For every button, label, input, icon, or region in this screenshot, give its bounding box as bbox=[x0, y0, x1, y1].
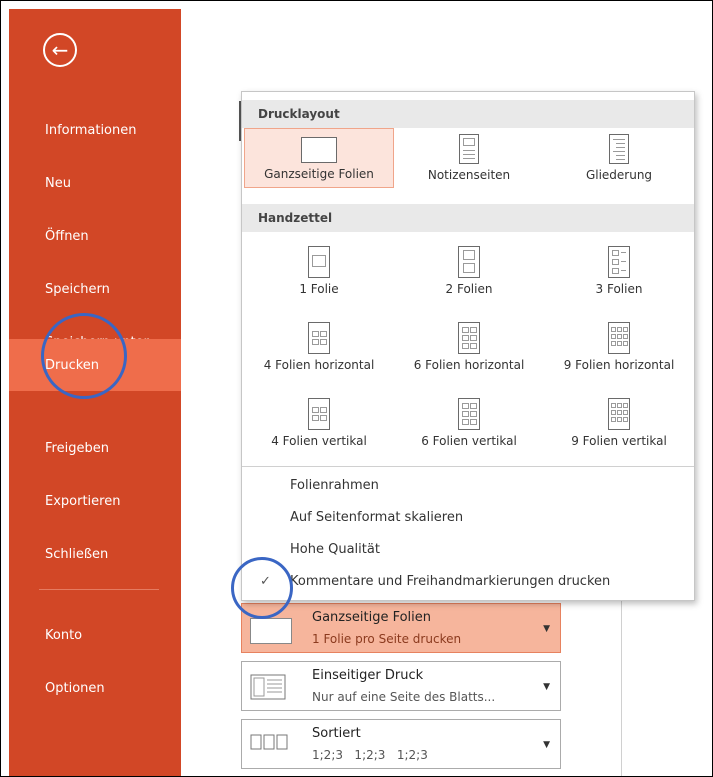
handout-3-folien[interactable]: 3 Folien bbox=[544, 240, 694, 300]
full-slide-thumb-icon bbox=[250, 618, 292, 644]
nav-label: Informationen bbox=[45, 122, 137, 138]
handout-6-horizontal-icon bbox=[458, 322, 480, 354]
handout-4-horizontal-icon bbox=[308, 322, 330, 354]
chevron-down-icon: ▼ bbox=[543, 740, 550, 750]
handout-9-horizontal-icon bbox=[608, 322, 630, 354]
back-arrow-icon[interactable]: ← bbox=[43, 33, 77, 67]
nav-label: Exportieren bbox=[45, 493, 121, 509]
layout-label: Notizenseiten bbox=[427, 168, 511, 182]
layout-label: Ganzseitige Folien bbox=[264, 167, 374, 181]
handout-label: 2 Folien bbox=[445, 282, 493, 296]
setting-subtitle: 1 Folie pro Seite drucken bbox=[312, 632, 462, 646]
handout-3-slides-icon bbox=[608, 246, 630, 278]
single-sided-icon bbox=[250, 674, 286, 700]
layout-gliederung[interactable]: Gliederung bbox=[544, 128, 694, 188]
nav-neu[interactable]: Neu bbox=[9, 157, 181, 209]
window: ← Informationen Neu Öffnen Speichern Spe… bbox=[0, 0, 713, 777]
option-folienrahmen[interactable]: Folienrahmen bbox=[242, 469, 694, 501]
sides-setting-dropdown[interactable]: Einseitiger Druck Nur auf eine Seite des… bbox=[241, 661, 561, 711]
handout-4-vertikal[interactable]: 4 Folien vertikal bbox=[244, 392, 394, 452]
nav-label: Schließen bbox=[45, 546, 109, 562]
full-page-slide-icon bbox=[301, 137, 337, 163]
section-header-handzettel: Handzettel bbox=[242, 204, 694, 232]
handout-label: 4 Folien horizontal bbox=[263, 358, 375, 372]
layout-label: Gliederung bbox=[585, 168, 653, 182]
outline-page-icon bbox=[609, 134, 629, 164]
handout-2-folien[interactable]: 2 Folien bbox=[394, 240, 544, 300]
nav-speichern[interactable]: Speichern bbox=[9, 263, 181, 315]
option-label: Folienrahmen bbox=[290, 477, 379, 493]
nav-divider bbox=[39, 589, 159, 590]
layout-notizenseiten[interactable]: Notizenseiten bbox=[394, 128, 544, 188]
nav-oeffnen[interactable]: Öffnen bbox=[9, 210, 181, 262]
notes-page-icon bbox=[459, 134, 479, 164]
handout-6-vertikal[interactable]: 6 Folien vertikal bbox=[394, 392, 544, 452]
section-header-drucklayout: Drucklayout bbox=[242, 100, 694, 128]
handout-label: 3 Folien bbox=[595, 282, 643, 296]
nav-konto[interactable]: Konto bbox=[9, 609, 181, 661]
handout-4-vertical-icon bbox=[308, 398, 330, 430]
option-label: Auf Seitenformat skalieren bbox=[290, 509, 464, 525]
handout-label: 9 Folien horizontal bbox=[563, 358, 675, 372]
handout-9-vertical-icon bbox=[608, 398, 630, 430]
collate-setting-dropdown[interactable]: Sortiert 1;2;3 1;2;3 1;2;3 ▼ bbox=[241, 719, 561, 769]
option-label: Hohe Qualität bbox=[290, 541, 380, 557]
handout-label: 9 Folien vertikal bbox=[571, 434, 667, 448]
setting-subtitle: 1;2;3 1;2;3 1;2;3 bbox=[312, 748, 428, 762]
nav-optionen[interactable]: Optionen bbox=[9, 662, 181, 714]
nav-label: Optionen bbox=[45, 680, 105, 696]
chevron-down-icon: ▼ bbox=[543, 624, 550, 634]
collated-icon bbox=[250, 734, 288, 750]
option-label: Kommentare und Freihandmarkierungen druc… bbox=[290, 573, 611, 589]
handout-6-vertical-icon bbox=[458, 398, 480, 430]
handout-4-horizontal[interactable]: 4 Folien horizontal bbox=[244, 316, 394, 376]
preview-divider bbox=[621, 601, 622, 776]
setting-subtitle: Nur auf eine Seite des Blatts... bbox=[312, 690, 496, 704]
handout-1-slide-icon bbox=[308, 246, 330, 278]
nav-label: Konto bbox=[45, 627, 83, 643]
setting-title: Sortiert bbox=[312, 726, 361, 741]
option-hohe-qualitaet[interactable]: Hohe Qualität bbox=[242, 533, 694, 565]
handout-2-slides-icon bbox=[458, 246, 480, 278]
nav-label: Speichern bbox=[45, 281, 110, 297]
handout-label: 4 Folien vertikal bbox=[271, 434, 367, 448]
handout-label: 6 Folien horizontal bbox=[413, 358, 525, 372]
setting-title: Einseitiger Druck bbox=[312, 668, 424, 683]
options-divider bbox=[242, 466, 694, 467]
nav-label: Öffnen bbox=[45, 228, 89, 244]
option-kommentare-drucken[interactable]: ✓ Kommentare und Freihandmarkierungen dr… bbox=[242, 565, 694, 597]
nav-label: Freigeben bbox=[45, 440, 109, 456]
option-auf-seitenformat-skalieren[interactable]: Auf Seitenformat skalieren bbox=[242, 501, 694, 533]
handout-6-horizontal[interactable]: 6 Folien horizontal bbox=[394, 316, 544, 376]
nav-label: Neu bbox=[45, 175, 71, 191]
annotation-circle-checkmark bbox=[231, 557, 293, 619]
handout-9-vertikal[interactable]: 9 Folien vertikal bbox=[544, 392, 694, 452]
handout-label: 1 Folie bbox=[299, 282, 339, 296]
chevron-down-icon: ▼ bbox=[543, 682, 550, 692]
setting-title: Ganzseitige Folien bbox=[312, 610, 432, 625]
handout-label: 6 Folien vertikal bbox=[421, 434, 517, 448]
print-layout-popup: Drucklayout Ganzseitige Folien Notizense… bbox=[241, 91, 695, 601]
layout-setting-dropdown[interactable]: Ganzseitige Folien 1 Folie pro Seite dru… bbox=[241, 603, 561, 653]
nav-informationen[interactable]: Informationen bbox=[9, 104, 181, 156]
layout-ganzseitige-folien[interactable]: Ganzseitige Folien bbox=[244, 128, 394, 188]
annotation-circle-drucken bbox=[41, 313, 127, 399]
handout-1-folie[interactable]: 1 Folie bbox=[244, 240, 394, 300]
handout-9-horizontal[interactable]: 9 Folien horizontal bbox=[544, 316, 694, 376]
nav-schliessen[interactable]: Schließen bbox=[9, 528, 181, 580]
nav-exportieren[interactable]: Exportieren bbox=[9, 475, 181, 527]
nav-freigeben[interactable]: Freigeben bbox=[9, 422, 181, 474]
